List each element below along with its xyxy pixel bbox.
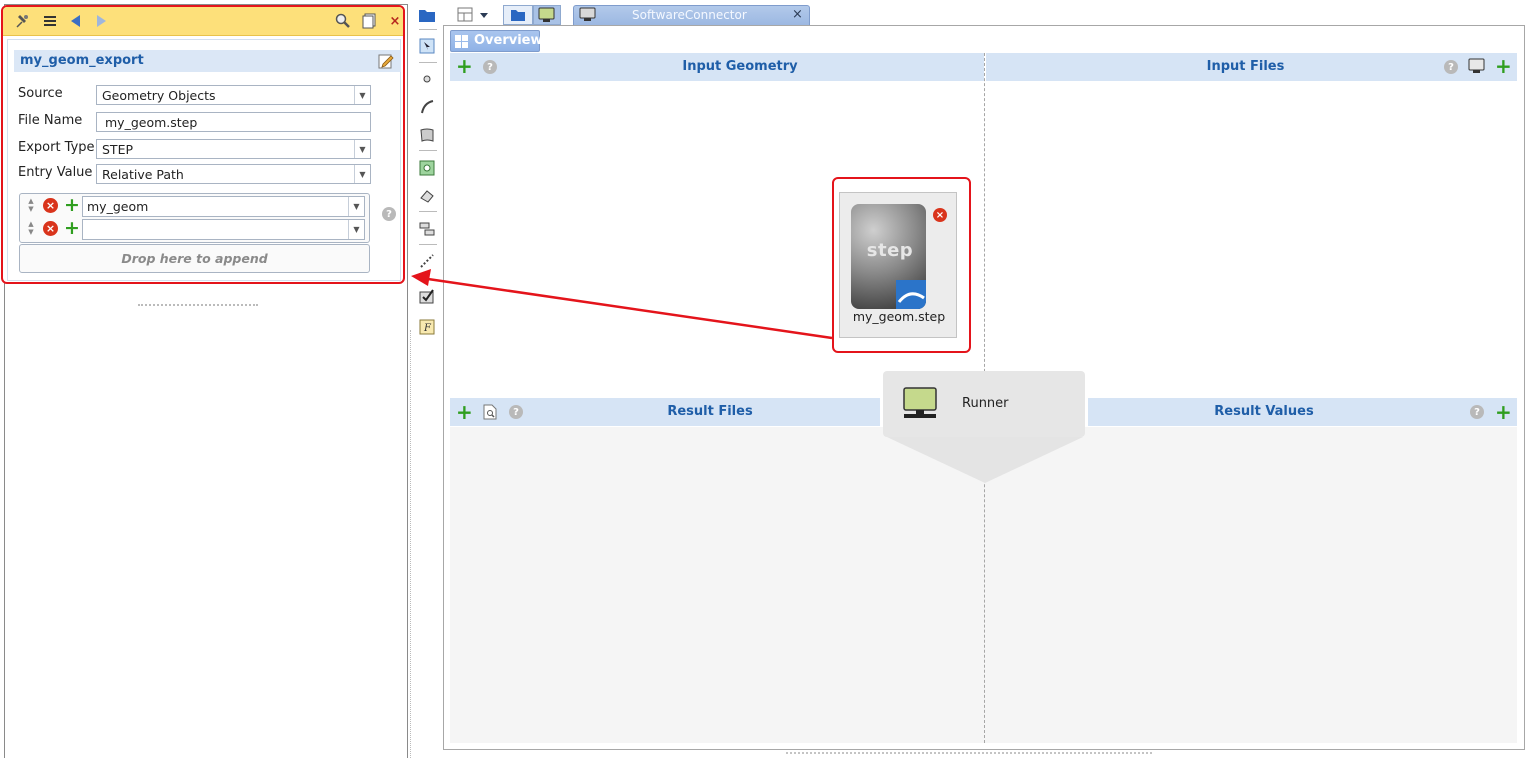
source-label: Source <box>18 86 63 101</box>
input-geometry-header: + ? Input Geometry <box>450 53 984 81</box>
export-type-label: Export Type <box>18 140 95 155</box>
list-item-value: my_geom <box>87 199 149 214</box>
source-value: Geometry Objects <box>102 88 216 103</box>
formula-icon[interactable]: F <box>418 318 436 336</box>
grid-icon <box>455 35 468 48</box>
list-icon[interactable] <box>42 13 58 29</box>
section-title: Input Files <box>1206 59 1285 74</box>
reorder-icon[interactable]: ▲ ▼ <box>26 197 36 213</box>
result-files-header: + ? Result Files <box>450 398 880 426</box>
splitter-handle[interactable] <box>138 304 258 307</box>
monitor-icon <box>579 7 596 21</box>
splitter-handle[interactable] <box>786 752 1152 755</box>
monitor-icon <box>903 387 937 423</box>
list-item-select[interactable]: my_geom ▼ <box>82 196 365 217</box>
add-icon[interactable]: + <box>64 196 80 215</box>
shape-icon[interactable] <box>418 187 436 205</box>
property-panel: × my_geom_export Source Geometry Objects… <box>1 5 405 306</box>
surface-icon[interactable] <box>418 126 436 144</box>
point-icon[interactable] <box>418 70 436 88</box>
divider <box>419 62 437 63</box>
tab-label: SoftwareConnector <box>632 8 747 22</box>
file-name-label: File Name <box>18 113 83 128</box>
monitor-icon <box>538 7 555 22</box>
forward-arrow-icon[interactable] <box>94 13 110 29</box>
page-title: my_geom_export <box>20 53 144 68</box>
reorder-icon[interactable]: ▲ ▼ <box>26 220 36 236</box>
tab-folder[interactable] <box>503 5 533 25</box>
add-icon[interactable]: + <box>1495 56 1512 76</box>
chevron-down-icon[interactable]: ▼ <box>348 220 364 239</box>
geometry-node-icon[interactable] <box>418 159 436 177</box>
divider <box>419 150 437 151</box>
chevron-down-icon[interactable]: ▼ <box>354 165 370 183</box>
select-icon[interactable] <box>418 37 436 55</box>
input-files-header: Input Files ? + <box>986 53 1517 81</box>
close-icon[interactable]: × <box>387 13 403 29</box>
file-name-value: my_geom.step <box>105 115 198 130</box>
highlight-box <box>832 177 971 353</box>
remove-icon[interactable]: × <box>43 221 58 236</box>
property-toolbar: × <box>3 7 403 36</box>
runner-node[interactable]: Runner <box>883 371 1085 437</box>
source-select[interactable]: Geometry Objects ▼ <box>96 85 371 105</box>
tab-software-connector[interactable]: SoftwareConnector × <box>573 5 810 25</box>
divider <box>419 244 437 245</box>
add-icon[interactable]: + <box>1495 402 1512 422</box>
divider <box>419 29 437 30</box>
remove-icon[interactable]: × <box>43 198 58 213</box>
section-title: Input Geometry <box>682 59 798 74</box>
close-icon[interactable]: × <box>792 7 803 22</box>
list-item: ▲ ▼ × + ▼ <box>20 218 369 241</box>
list-item: ▲ ▼ × + my_geom ▼ <box>20 195 369 218</box>
folder-icon <box>511 10 525 21</box>
file-name-input[interactable]: my_geom.step <box>96 112 371 132</box>
check-icon[interactable] <box>418 287 436 305</box>
flow-arrow <box>887 437 1083 483</box>
geometry-list: ▲ ▼ × + my_geom ▼ ▲ ▼ × + ▼ <box>19 193 370 243</box>
vertical-toolbar: F <box>413 0 443 758</box>
search-icon[interactable] <box>335 13 351 29</box>
chevron-down-icon[interactable]: ▼ <box>348 197 364 216</box>
result-values-header: Result Values ? + <box>1088 398 1517 426</box>
chevron-down-icon[interactable]: ▼ <box>354 86 370 104</box>
divider <box>419 211 437 212</box>
copy-icon[interactable] <box>361 13 377 29</box>
folder-icon[interactable] <box>418 6 436 24</box>
runner-label: Runner <box>962 396 1009 411</box>
svg-text:F: F <box>423 323 432 334</box>
tab-overview[interactable]: Overview <box>450 30 543 52</box>
help-icon[interactable]: ? <box>1470 405 1484 419</box>
entry-value-label: Entry Value <box>18 165 93 180</box>
export-type-value: STEP <box>102 142 134 157</box>
property-form: my_geom_export Source Geometry Objects ▼… <box>7 39 401 306</box>
tab-runner[interactable] <box>533 5 561 25</box>
flow-icon[interactable] <box>418 220 436 238</box>
help-icon[interactable]: ? <box>382 207 396 221</box>
help-icon[interactable]: ? <box>1444 60 1458 74</box>
pin-icon[interactable] <box>15 13 31 29</box>
entry-value-value: Relative Path <box>102 167 184 182</box>
edit-icon[interactable] <box>378 53 394 69</box>
property-title-bar: my_geom_export <box>14 50 401 72</box>
export-type-select[interactable]: STEP ▼ <box>96 139 371 159</box>
section-title: Result Values <box>1214 404 1314 419</box>
tab-label: Overview <box>474 33 543 48</box>
back-arrow-icon[interactable] <box>67 13 83 29</box>
curve-icon[interactable] <box>418 98 436 116</box>
add-icon[interactable]: + <box>64 219 80 238</box>
divider <box>410 330 411 758</box>
list-item-select[interactable]: ▼ <box>82 219 365 240</box>
drop-zone[interactable]: Drop here to append <box>19 244 370 273</box>
monitor-icon[interactable] <box>1468 58 1486 79</box>
chevron-down-icon[interactable]: ▼ <box>354 140 370 158</box>
entry-value-select[interactable]: Relative Path ▼ <box>96 164 371 184</box>
connector-icon[interactable] <box>418 252 436 270</box>
